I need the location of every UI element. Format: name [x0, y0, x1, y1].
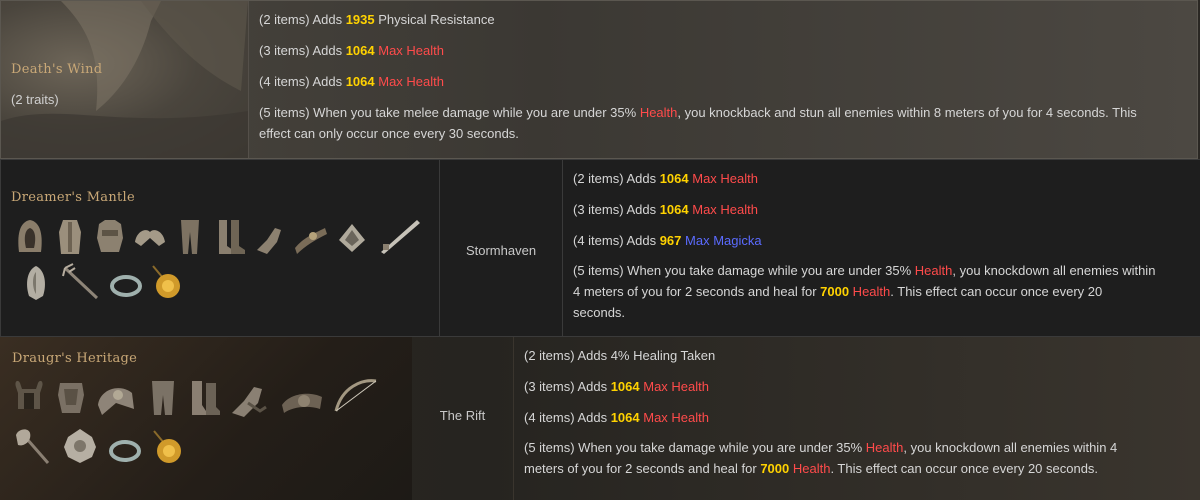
boots-icon[interactable]	[188, 379, 222, 417]
set-bonuses-cell: (2 items) Adds 1064 Max Health (3 items)…	[563, 160, 1200, 336]
amulet-icon[interactable]	[150, 427, 184, 465]
set-info-cell: Draugr's Heritage	[0, 337, 412, 500]
bonus-line-5-items: (5 items) When you take melee damage whi…	[259, 105, 1137, 141]
zone-name[interactable]: Stormhaven	[440, 243, 562, 258]
boots-icon[interactable]	[213, 218, 247, 256]
bonus-line-5-items: (5 items) When you take damage while you…	[524, 440, 1118, 476]
set-row-dreamers-mantle: Dreamer's Mantle Stormhaven (2 items) Ad…	[0, 159, 1200, 337]
zone-name[interactable]: The Rift	[412, 408, 513, 423]
axe-icon[interactable]	[12, 427, 52, 465]
bonus-line-3-items: (3 items) Adds 1064 Max Health	[259, 43, 444, 58]
breeches-icon[interactable]	[173, 218, 207, 256]
set-row-draugrs-heritage: Draugr's Heritage The Rift (2 items) Add…	[0, 337, 1200, 500]
jerkin-icon[interactable]	[93, 218, 127, 256]
gloves-icon[interactable]	[253, 220, 287, 258]
shield-icon[interactable]	[60, 427, 100, 465]
bonus-line-2-items: (2 items) Adds 1935 Physical Resistance	[259, 12, 495, 27]
zone-cell: The Rift	[412, 337, 514, 500]
staff-icon[interactable]	[377, 216, 423, 254]
bonus-line-3-items: (3 items) Adds 1064 Max Health	[524, 379, 709, 394]
set-bonuses-cell: (2 items) Adds 1935 Physical Resistance …	[249, 1, 1197, 158]
set-item-icons	[13, 216, 433, 316]
shield-icon[interactable]	[19, 264, 53, 302]
bonus-line-5-items: (5 items) When you take damage while you…	[573, 263, 1156, 320]
robe-icon[interactable]	[53, 218, 87, 256]
bonus-line-2-items: (2 items) Adds 4% Healing Taken	[524, 348, 716, 363]
bow-icon[interactable]	[332, 377, 378, 415]
bonus-line-4-items: (4 items) Adds 967 Max Magicka	[573, 233, 762, 248]
ring-icon[interactable]	[109, 264, 143, 302]
greaves-icon[interactable]	[146, 379, 180, 417]
sword-icon[interactable]	[335, 218, 369, 256]
set-item-icons	[12, 377, 408, 495]
set-name[interactable]: Dreamer's Mantle	[11, 190, 135, 205]
ring-icon[interactable]	[108, 431, 142, 469]
set-info-cell: Death's Wind (2 traits)	[1, 1, 249, 158]
hood-icon[interactable]	[13, 218, 47, 256]
belt-icon[interactable]	[293, 220, 327, 258]
amulet-icon[interactable]	[149, 262, 183, 300]
gauntlets-icon[interactable]	[230, 381, 270, 419]
bonus-line-3-items: (3 items) Adds 1064 Max Health	[573, 202, 758, 217]
bonus-line-4-items: (4 items) Adds 1064 Max Health	[259, 74, 444, 89]
set-name[interactable]: Death's Wind	[11, 62, 102, 77]
set-portrait-image	[1, 1, 248, 158]
set-row-deaths-wind: Death's Wind (2 traits) (2 items) Adds 1…	[0, 0, 1198, 159]
bonus-line-4-items: (4 items) Adds 1064 Max Health	[524, 410, 709, 425]
portrait-art	[1, 1, 248, 158]
girdle-icon[interactable]	[280, 381, 324, 419]
staff-icon[interactable]	[61, 262, 101, 300]
shoulders-icon[interactable]	[133, 220, 167, 258]
bonus-line-2-items: (2 items) Adds 1064 Max Health	[573, 171, 758, 186]
helm-icon[interactable]	[12, 379, 46, 417]
set-info-cell: Dreamer's Mantle	[0, 160, 440, 336]
set-traits: (2 traits)	[11, 92, 59, 107]
cuirass-icon[interactable]	[54, 379, 88, 417]
set-name[interactable]: Draugr's Heritage	[12, 351, 137, 366]
zone-cell: Stormhaven	[440, 160, 563, 336]
set-bonuses-cell: (2 items) Adds 4% Healing Taken (3 items…	[514, 337, 1200, 500]
pauldron-icon[interactable]	[96, 381, 136, 419]
